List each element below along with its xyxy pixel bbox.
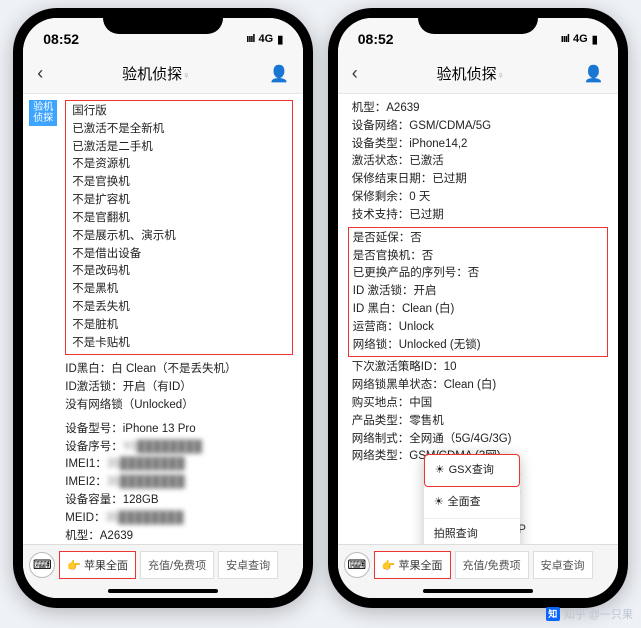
- info-row: IMEI1：35████████: [65, 456, 293, 474]
- info-row: 设备序号：Y0████████: [65, 439, 293, 457]
- popup-gsx-query[interactable]: ☀ GSX查询: [424, 454, 520, 487]
- info-block-1: ID黑白：白 Clean（不是丢失机）ID激活锁：开启（有ID）没有网络锁（Un…: [65, 361, 293, 414]
- sun-icon: ☀: [435, 462, 445, 479]
- highlight-box-left: 国行版已激活不是全新机已激活是二手机不是资源机不是官换机不是扩容机不是官翻机不是…: [65, 100, 293, 355]
- info-line: 网络锁黑单状态：Clean (白): [352, 377, 608, 395]
- info-row: IMEI2：35████████: [65, 474, 293, 492]
- info-post: 下次激活策略ID：10网络锁黑单状态：Clean (白)购买地点：中国产品类型：…: [352, 359, 608, 466]
- phone-left: 08:52 ıııl 4G ▮ ‹ 验机侦探♀ 👤 验机 侦探 国行版已激活不是…: [13, 8, 313, 608]
- popup-photo-query[interactable]: 拍照查询: [424, 519, 520, 544]
- box-line: 是否官换机：否: [353, 248, 603, 266]
- tab-recharge[interactable]: 充值/免费项: [455, 551, 529, 579]
- info-line: 下次激活策略ID：10: [352, 359, 608, 377]
- back-button[interactable]: ‹: [352, 63, 358, 84]
- profile-icon[interactable]: 👤: [584, 64, 604, 84]
- battery-icon: ▮: [592, 33, 598, 46]
- signal-icon: ıııl: [561, 33, 569, 45]
- box-line: 已激活不是全新机: [72, 121, 286, 139]
- status-time: 08:52: [358, 31, 394, 47]
- box-line: 不是官换机: [72, 174, 286, 192]
- box-line: 网络锁：Unlocked (无锁): [353, 337, 603, 355]
- box-line: 不是扩容机: [72, 192, 286, 210]
- box-line: 不是借出设备: [72, 246, 286, 264]
- box-line: 已更换产品的序列号：否: [353, 265, 603, 283]
- box-line: 是否延保：否: [353, 230, 603, 248]
- home-bar: [338, 584, 618, 598]
- box-line: ID 黑白：Clean (白): [353, 301, 603, 319]
- keyboard-button[interactable]: ⌨: [29, 552, 55, 578]
- sun-icon: ☀: [434, 494, 444, 511]
- page-title: 验机侦探♀: [437, 63, 505, 84]
- phone-right: 08:52 ıııl 4G ▮ ‹ 验机侦探♀ 👤 机型：A2639设备网络：G…: [328, 8, 628, 608]
- box-line: 不是改码机: [72, 263, 286, 281]
- box-line: 不是资源机: [72, 156, 286, 174]
- nav-bar: ‹ 验机侦探♀ 👤: [338, 54, 618, 94]
- bottom-tabs: ⌨ 👉 苹果全面 充值/免费项 安卓查询: [338, 544, 618, 584]
- info-line: 网络制式：全网通（5G/4G/3G): [352, 431, 608, 449]
- info-row: MEID：35████████: [65, 510, 293, 528]
- zhihu-icon: 知: [546, 607, 560, 621]
- info-row: 设备容量：128GB: [65, 492, 293, 510]
- notch: [103, 8, 223, 34]
- tab-apple-full[interactable]: 👉 苹果全面: [59, 551, 136, 579]
- info-row: 设备型号：iPhone 13 Pro: [65, 421, 293, 439]
- info-line: 没有网络锁（Unlocked）: [65, 397, 293, 415]
- signal-icon: ıııl: [246, 33, 254, 45]
- home-bar: [23, 584, 303, 598]
- info-line: 保修剩余：0 天: [352, 189, 608, 207]
- bottom-tabs: ⌨ 👉 苹果全面 充值/免费项 安卓查询: [23, 544, 303, 584]
- info-pre: 机型：A2639设备网络：GSM/CDMA/5G设备类型：iPhone14,2激…: [352, 100, 608, 225]
- home-indicator[interactable]: [108, 589, 218, 593]
- notch: [418, 8, 538, 34]
- content-left: 验机 侦探 国行版已激活不是全新机已激活是二手机不是资源机不是官换机不是扩容机不…: [23, 94, 303, 544]
- info-line: 产品类型：零售机: [352, 413, 608, 431]
- status-time: 08:52: [43, 31, 79, 47]
- box-line: 运营商：Unlock: [353, 319, 603, 337]
- highlight-box-right: 是否延保：否是否官换机：否已更换产品的序列号：否ID 激活锁：开启ID 黑白：C…: [348, 227, 608, 358]
- keyboard-button[interactable]: ⌨: [344, 552, 370, 578]
- content-right: 机型：A2639设备网络：GSM/CDMA/5G设备类型：iPhone14,2激…: [338, 94, 618, 544]
- info-line: 购买地点：中国: [352, 395, 608, 413]
- status-right: ıııl 4G ▮: [561, 33, 598, 46]
- info-line: 机型：A2639: [352, 100, 608, 118]
- screen: 08:52 ıııl 4G ▮ ‹ 验机侦探♀ 👤 验机 侦探 国行版已激活不是…: [23, 18, 303, 598]
- tab-android[interactable]: 安卓查询: [218, 551, 278, 579]
- app-badge: 验机 侦探: [29, 100, 57, 126]
- box-line: 国行版: [72, 103, 286, 121]
- box-line: 已激活是二手机: [72, 139, 286, 157]
- screen: 08:52 ıııl 4G ▮ ‹ 验机侦探♀ 👤 机型：A2639设备网络：G…: [338, 18, 618, 598]
- info-line: 设备网络：GSM/CDMA/5G: [352, 118, 608, 136]
- box-line: 不是丢失机: [72, 299, 286, 317]
- box-line: 不是卡贴机: [72, 335, 286, 353]
- info-row: 机型：A2639: [65, 528, 293, 544]
- info-line: 设备类型：iPhone14,2: [352, 136, 608, 154]
- nav-bar: ‹ 验机侦探♀ 👤: [23, 54, 303, 94]
- info-line: ID黑白：白 Clean（不是丢失机）: [65, 361, 293, 379]
- info-line: 技术支持：已过期: [352, 207, 608, 225]
- box-line: 不是官翻机: [72, 210, 286, 228]
- info-line: 激活状态：已激活: [352, 153, 608, 171]
- profile-icon[interactable]: 👤: [269, 64, 289, 84]
- home-indicator[interactable]: [423, 589, 533, 593]
- box-line: 不是脏机: [72, 317, 286, 335]
- info-line: 保修结束日期：已过期: [352, 171, 608, 189]
- query-popup: ☀ GSX查询 ☀ 全面查 拍照查询 重启查询 推荐海报 / 免费查询: [424, 454, 520, 544]
- info-block-2: 设备型号：iPhone 13 Pro设备序号：Y0████████IMEI1：3…: [65, 421, 293, 544]
- status-right: ıııl 4G ▮: [246, 33, 283, 46]
- tab-android[interactable]: 安卓查询: [533, 551, 593, 579]
- page-title: 验机侦探♀: [122, 63, 190, 84]
- popup-full-query[interactable]: ☀ 全面查: [424, 487, 520, 519]
- tab-recharge[interactable]: 充值/免费项: [140, 551, 214, 579]
- box-line: ID 激活锁：开启: [353, 283, 603, 301]
- box-line: 不是黑机: [72, 281, 286, 299]
- battery-icon: ▮: [277, 33, 283, 46]
- tab-apple-full[interactable]: 👉 苹果全面: [374, 551, 451, 579]
- watermark: 知 知乎 @一只果: [546, 606, 633, 622]
- info-line: ID激活锁：开启（有ID）: [65, 379, 293, 397]
- status-network: 4G: [573, 33, 588, 45]
- back-button[interactable]: ‹: [37, 63, 43, 84]
- status-network: 4G: [259, 33, 274, 45]
- box-line: 不是展示机、演示机: [72, 228, 286, 246]
